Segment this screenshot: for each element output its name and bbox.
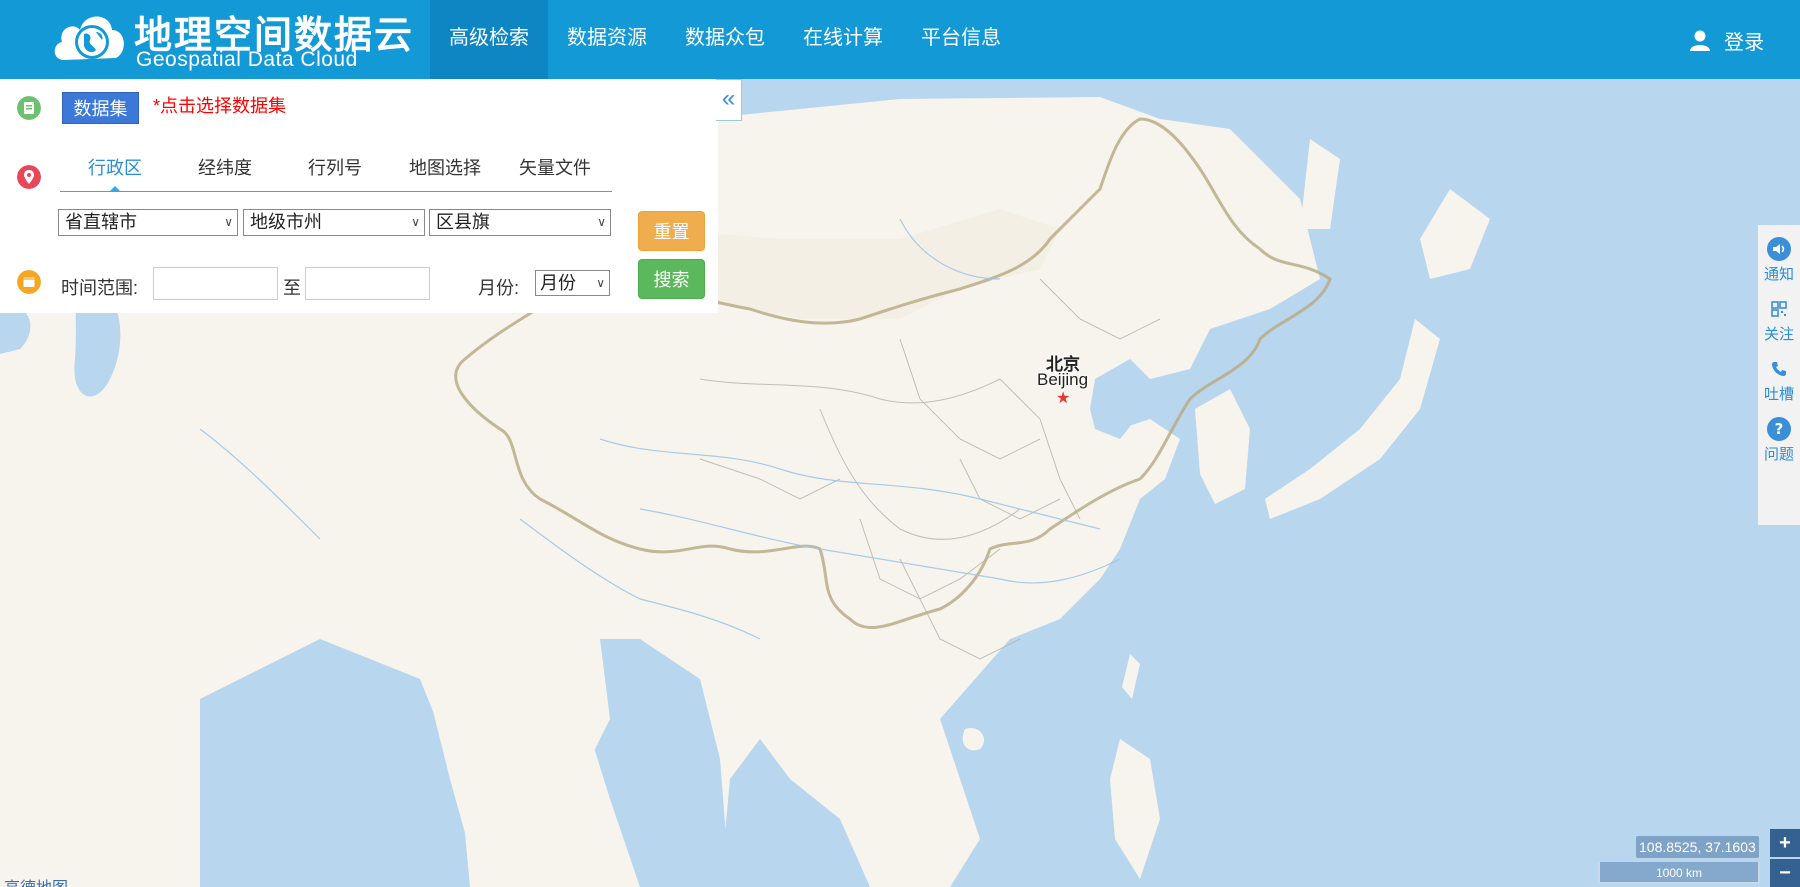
coordinate-readout: 108.8525, 37.1603 — [1636, 836, 1759, 858]
county-select-value: 区县旗 — [436, 212, 490, 232]
chevron-down-icon: ∨ — [224, 215, 233, 229]
logo-title-en: Geospatial Data Cloud — [136, 48, 358, 71]
province-select-value: 省直辖市 — [65, 212, 137, 232]
side-notice[interactable]: 通知 — [1758, 225, 1800, 285]
nav-data-resources[interactable]: 数据资源 — [548, 0, 666, 79]
login-label: 登录 — [1724, 32, 1764, 54]
nav-online-compute[interactable]: 在线计算 — [784, 0, 902, 79]
zoom-in-button[interactable]: + — [1770, 829, 1800, 857]
chevron-down-icon: ∨ — [596, 276, 605, 290]
login-link[interactable]: 登录 — [1690, 26, 1764, 55]
scale-bar: 1000 km — [1598, 862, 1760, 884]
calendar-icon — [17, 270, 41, 294]
site-logo[interactable]: 地理空间数据云 Geospatial Data Cloud — [50, 2, 412, 77]
chevron-down-icon: ∨ — [411, 215, 420, 229]
tab-admin-region[interactable]: 行政区 — [60, 152, 170, 192]
capital-star-icon: ★ — [1056, 390, 1071, 407]
nav-platform-info[interactable]: 平台信息 — [902, 0, 1020, 79]
nav-advanced-search[interactable]: 高级检索 — [430, 0, 548, 79]
chevron-down-icon: ∨ — [597, 215, 606, 229]
location-pin-icon — [17, 165, 41, 189]
cloud-globe-icon — [54, 16, 124, 60]
province-select[interactable]: 省直辖市 ∨ — [58, 209, 238, 236]
dataset-hint: *点击选择数据集 — [153, 96, 287, 116]
user-icon — [1690, 30, 1710, 51]
month-select[interactable]: 月份 ∨ — [535, 270, 610, 296]
collapse-panel-button[interactable]: « — [716, 79, 742, 121]
zoom-out-button[interactable]: − — [1770, 859, 1800, 887]
tab-map-select[interactable]: 地图选择 — [390, 152, 500, 191]
county-select[interactable]: 区县旗 ∨ — [429, 209, 611, 236]
side-toolbar: 通知 关注 吐槽 ? 问题 — [1758, 225, 1800, 525]
tab-lat-lon[interactable]: 经纬度 — [170, 152, 280, 191]
dataset-icon — [17, 96, 41, 120]
side-help[interactable]: ? 问题 — [1758, 405, 1800, 465]
phone-icon — [1772, 362, 1786, 376]
side-help-label: 问题 — [1763, 446, 1794, 463]
side-feedback-label: 吐槽 — [1763, 386, 1794, 403]
search-button[interactable]: 搜索 — [638, 259, 705, 299]
side-feedback[interactable]: 吐槽 — [1758, 345, 1800, 405]
question-icon: ? — [1767, 417, 1791, 441]
qrcode-icon — [1771, 301, 1787, 317]
map-label-beijing-en: Beijing — [1037, 370, 1089, 389]
side-follow[interactable]: 关注 — [1758, 285, 1800, 345]
nav-crowdsourcing[interactable]: 数据众包 — [666, 0, 784, 79]
end-date-input[interactable] — [305, 267, 430, 300]
region-tabs: 行政区 经纬度 行列号 地图选择 矢量文件 — [60, 152, 612, 192]
tab-vector-file[interactable]: 矢量文件 — [500, 152, 610, 191]
map-attribution[interactable]: 高德地图 — [4, 874, 68, 887]
to-label: 至 — [283, 278, 301, 298]
start-date-input[interactable] — [153, 267, 278, 300]
main-nav: 高级检索 数据资源 数据众包 在线计算 平台信息 — [430, 0, 1020, 79]
side-follow-label: 关注 — [1763, 326, 1794, 343]
time-range-label: 时间范围: — [61, 278, 139, 298]
speaker-icon — [1767, 237, 1791, 261]
month-select-value: 月份 — [540, 273, 576, 293]
side-notice-label: 通知 — [1763, 266, 1794, 283]
city-select[interactable]: 地级市州 ∨ — [243, 209, 425, 236]
month-label: 月份: — [478, 278, 520, 298]
reset-button[interactable]: 重置 — [638, 211, 705, 251]
svg-text:?: ? — [1775, 420, 1784, 438]
city-select-value: 地级市州 — [250, 212, 322, 232]
tab-path-row[interactable]: 行列号 — [280, 152, 390, 191]
dataset-button[interactable]: 数据集 — [62, 92, 139, 124]
top-header: 地理空间数据云 Geospatial Data Cloud 高级检索 数据资源 … — [0, 0, 1800, 79]
